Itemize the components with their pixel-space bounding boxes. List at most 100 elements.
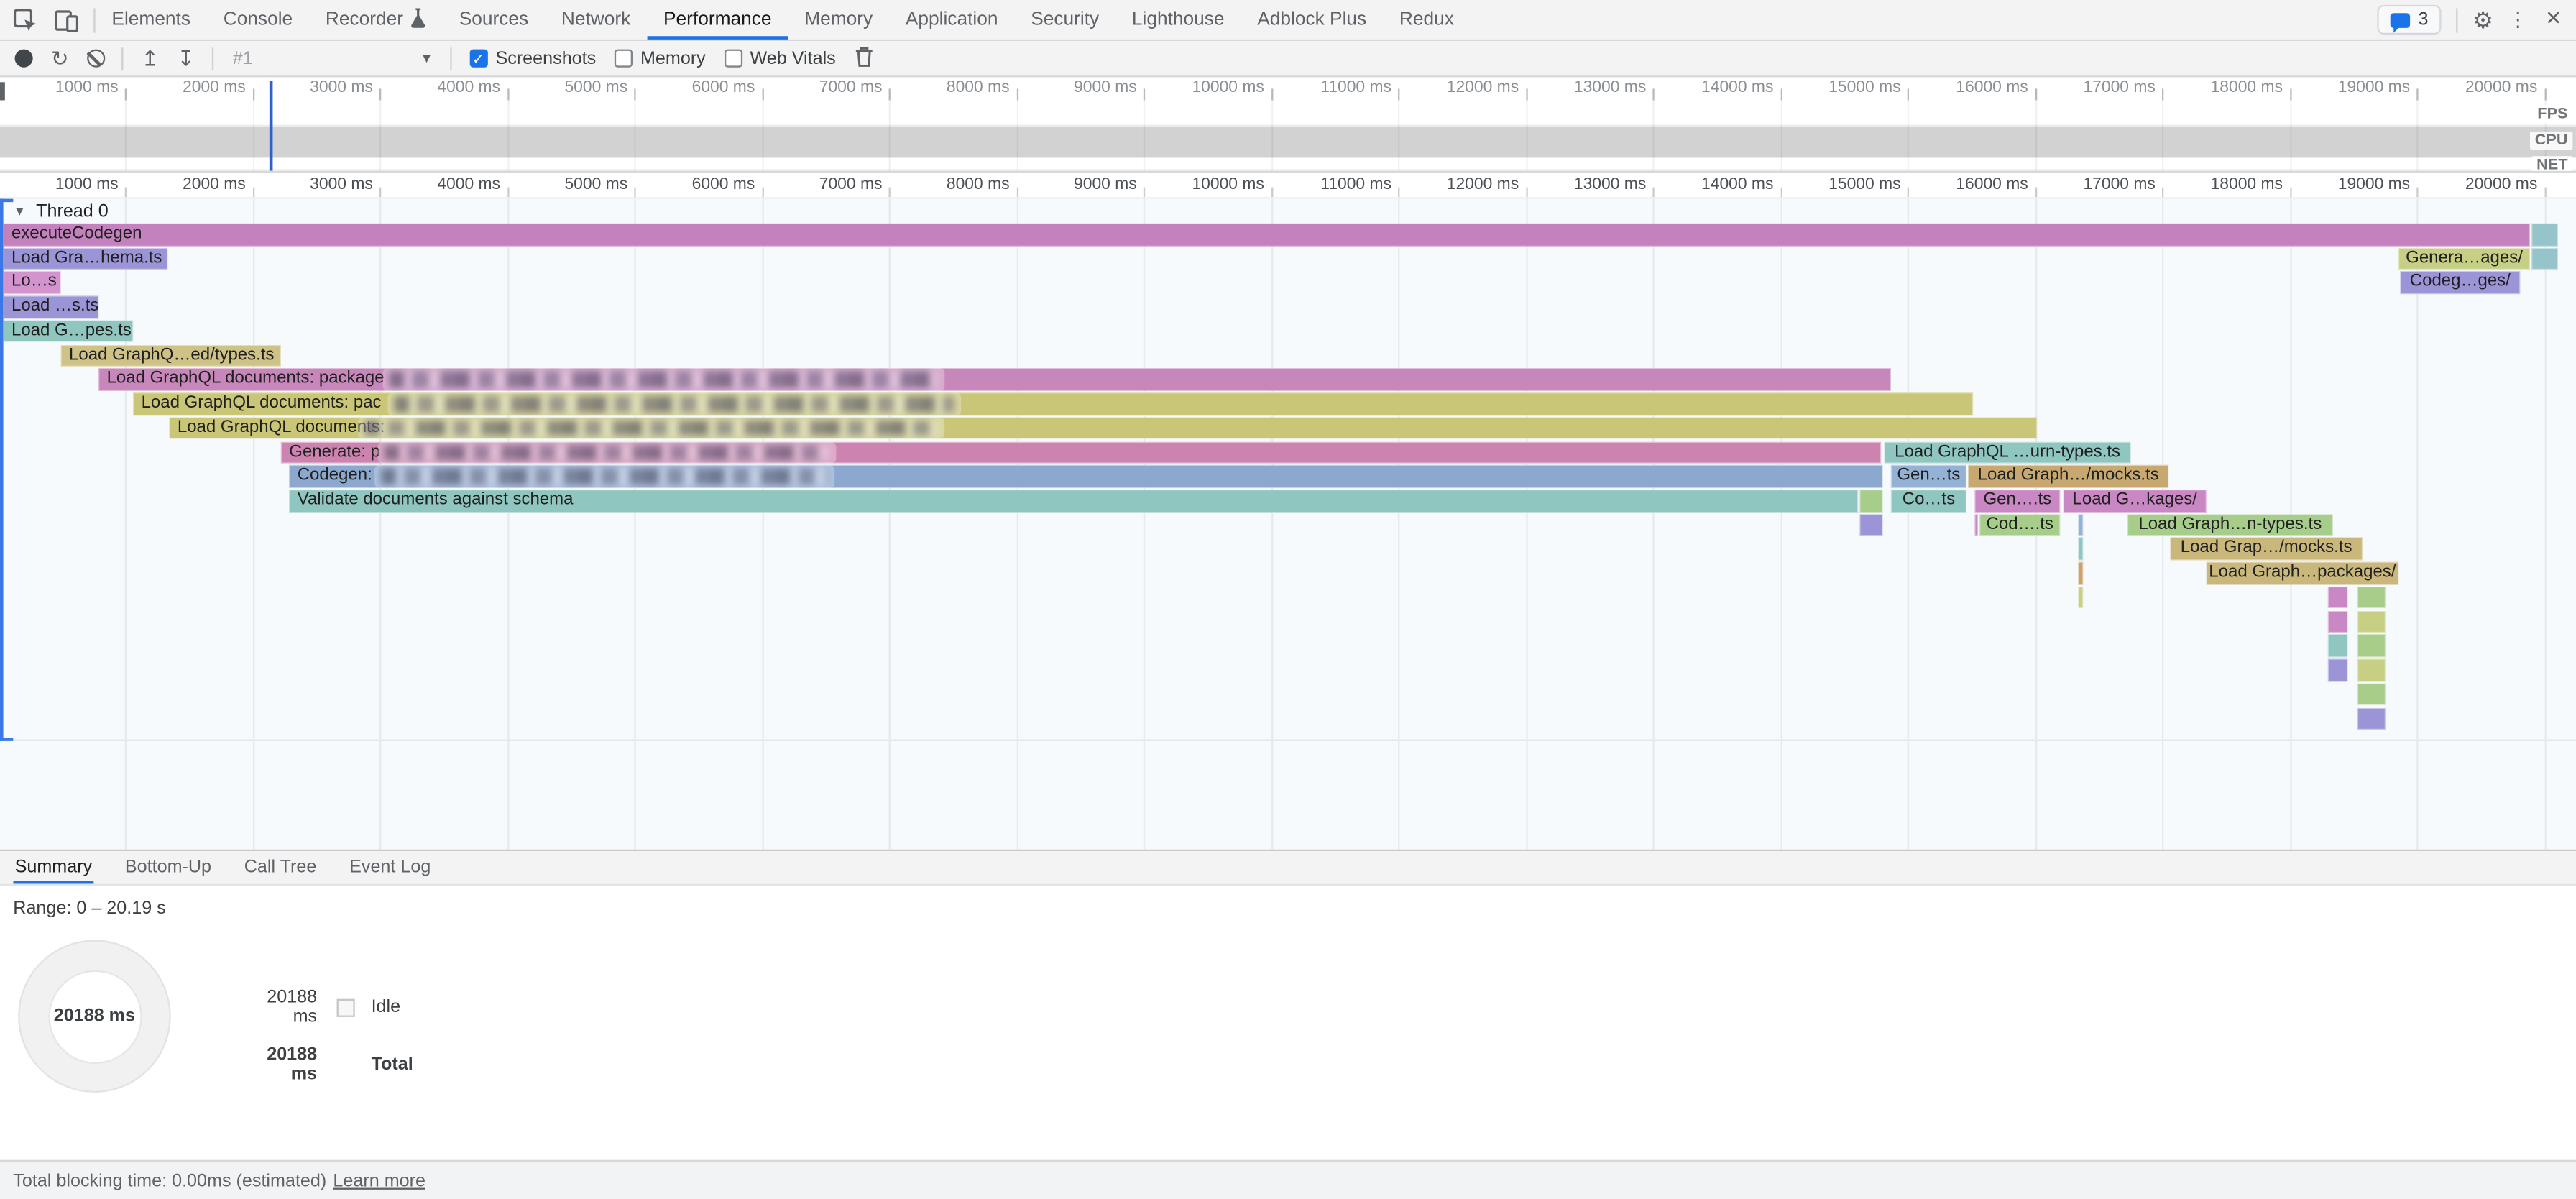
flame-gridline (1652, 199, 1654, 850)
device-toolbar-icon[interactable] (54, 7, 78, 32)
details-tab-summary[interactable]: Summary (13, 851, 93, 884)
tab-performance[interactable]: Performance (647, 0, 788, 40)
tab-network[interactable]: Network (545, 0, 647, 40)
flame-bar-block[interactable] (2531, 247, 2558, 270)
flame-bar-codeg-ges[interactable]: Codeg…ges/ (2400, 272, 2520, 294)
download-profile-icon[interactable]: ↧ (177, 47, 195, 69)
tab-console[interactable]: Console (207, 0, 309, 40)
flame-bar-executecodegen[interactable]: executeCodegen (4, 224, 2530, 246)
flame-bar-load-graphql-documents-package[interactable]: Load GraphQL documents: package (98, 369, 1891, 391)
tab-recorder[interactable]: Recorder (309, 0, 443, 40)
tab-application[interactable]: Application (889, 0, 1014, 40)
legend-label: Total (372, 1055, 413, 1074)
flame-bar-cod-ts[interactable]: Cod….ts (1979, 514, 2060, 536)
tab-memory[interactable]: Memory (788, 0, 889, 40)
tab-lighthouse[interactable]: Lighthouse (1116, 0, 1241, 40)
flame-bar-validate-documents-against-schema[interactable]: Validate documents against schema (289, 490, 1858, 512)
legend-row-total: 20188 msTotal (240, 1045, 413, 1085)
flame-gridline (1144, 199, 1145, 850)
overview-gridline (1525, 98, 1527, 171)
flame-bar-block[interactable] (2358, 635, 2386, 657)
flame-bar-block[interactable] (2358, 587, 2386, 609)
details-tab-event-log[interactable]: Event Log (348, 851, 433, 884)
details-tab-call-tree[interactable]: Call Tree (242, 851, 318, 884)
tab-adblock-plus[interactable]: Adblock Plus (1241, 0, 1383, 40)
flame-bar-block[interactable] (2328, 587, 2347, 609)
thread-header[interactable]: ▼ Thread 0 (13, 199, 108, 224)
flame-bar-gen-ts[interactable]: Gen….ts (1974, 490, 2060, 512)
flame-bar-block[interactable] (2328, 659, 2347, 681)
overview-tick-label: 7000 ms (758, 79, 883, 97)
settings-gear-icon[interactable]: ⚙ (2472, 8, 2493, 31)
flame-bar-block[interactable] (2078, 587, 2083, 609)
flame-chart[interactable]: ▼ Thread 0 executeCodegenLoad Gra…hema.t… (0, 199, 2576, 850)
flame-bar-block[interactable] (2358, 659, 2386, 681)
lane-label-cpu: CPU (2530, 132, 2573, 150)
flame-bar-load-graphql-documents[interactable]: Load GraphQL documents: (169, 417, 2037, 439)
issues-badge-button[interactable]: 3 (2377, 5, 2441, 35)
close-icon[interactable]: × (2546, 6, 2561, 33)
panel-tabs: ElementsConsoleRecorderSourcesNetworkPer… (96, 0, 1471, 40)
collapse-triangle-icon[interactable]: ▼ (13, 203, 26, 219)
chevron-down-icon[interactable]: ▼ (420, 51, 433, 66)
clear-recordings-icon[interactable] (87, 50, 105, 68)
flame-bar-block[interactable] (1859, 514, 1882, 536)
timeline-overview[interactable]: 1000 ms2000 ms3000 ms4000 ms5000 ms6000 … (0, 77, 2576, 173)
checkbox-web-vitals[interactable]: Web Vitals (724, 48, 836, 68)
flame-bar-block[interactable] (2358, 684, 2386, 706)
flame-bar-block[interactable] (1859, 490, 1882, 512)
trash-icon[interactable] (854, 45, 873, 72)
flame-bar-lo-s[interactable]: Lo…s (4, 272, 61, 294)
overview-gridline (761, 98, 763, 171)
upload-profile-icon[interactable]: ↥ (141, 47, 159, 69)
flame-bar-gen-ts[interactable]: Gen…ts (1891, 466, 1966, 488)
flame-bar-load-g-pes-ts[interactable]: Load G…pes.ts (4, 320, 134, 342)
flame-bar-load-graph-mocks-ts[interactable]: Load Graph…/mocks.ts (1968, 466, 2168, 488)
kebab-menu-icon[interactable]: ⋮ (2508, 10, 2527, 29)
checkbox-screenshots[interactable]: ✓Screenshots (469, 48, 596, 68)
flame-bar-block[interactable] (2078, 562, 2083, 584)
flame-bar-load-gra-hema-ts[interactable]: Load Gra…hema.ts (4, 247, 168, 270)
checkbox-box[interactable]: ✓ (469, 50, 487, 68)
tab-label: Memory (804, 10, 873, 29)
record-button[interactable] (15, 50, 33, 68)
flame-bar-block[interactable] (2328, 635, 2347, 657)
flame-bar-block[interactable] (1974, 514, 1978, 536)
overview-tick-label: 17000 ms (2030, 79, 2156, 97)
tab-sources[interactable]: Sources (443, 0, 545, 40)
flame-bar-block[interactable] (2078, 538, 2083, 561)
flame-bar-load-graphql-documents-pac[interactable]: Load GraphQL documents: pac (133, 393, 1973, 415)
flame-bar-load-s-ts[interactable]: Load …s.ts (4, 296, 99, 318)
reload-and-record-icon[interactable]: ↻ (51, 47, 69, 69)
redacted-blurred-text (378, 441, 837, 464)
flame-bar-load-g-kages[interactable]: Load G…kages/ (2064, 490, 2207, 512)
flame-bar-block[interactable] (2358, 707, 2386, 730)
overview-tick-label: 19000 ms (2285, 79, 2410, 97)
flame-bar-load-grap-mocks-ts[interactable]: Load Grap…/mocks.ts (2170, 538, 2362, 561)
inspect-cursor-icon[interactable] (13, 7, 37, 32)
flame-bar-generate-p[interactable]: Generate: p (281, 441, 1881, 464)
flame-bar-genera-ages[interactable]: Genera…ages/ (2398, 247, 2530, 270)
flame-bar-co-ts[interactable]: Co…ts (1891, 490, 1966, 512)
tab-redux[interactable]: Redux (1383, 0, 1471, 40)
ruler-tick-label: 10000 ms (1139, 176, 1264, 194)
flame-bar-load-graphq-ed-types-ts[interactable]: Load GraphQ…ed/types.ts (61, 344, 281, 367)
session-select[interactable]: #1 (233, 48, 417, 68)
learn-more-link[interactable]: Learn more (333, 1171, 426, 1190)
legend-label: Idle (372, 997, 401, 1016)
tab-elements[interactable]: Elements (96, 0, 207, 40)
flame-bar-block[interactable] (2328, 611, 2347, 633)
flame-bar-load-graphql-urn-types-ts[interactable]: Load GraphQL …urn-types.ts (1885, 441, 2131, 464)
tab-security[interactable]: Security (1014, 0, 1116, 40)
flame-bar-load-graph-n-types-ts[interactable]: Load Graph…n-types.ts (2128, 514, 2333, 536)
flame-bar-load-graph-packages[interactable]: Load Graph…packages/ (2207, 562, 2398, 584)
checkbox-memory[interactable]: Memory (614, 48, 705, 68)
details-tab-bottom-up[interactable]: Bottom-Up (124, 851, 213, 884)
detail-time-ruler: 1000 ms2000 ms3000 ms4000 ms5000 ms6000 … (0, 173, 2576, 199)
flame-bar-block[interactable] (2358, 611, 2386, 633)
flame-bar-block[interactable] (2078, 514, 2083, 536)
flame-bar-block[interactable] (2531, 224, 2558, 246)
checkbox-box[interactable] (614, 50, 632, 68)
flame-bar-codegen[interactable]: Codegen: (289, 466, 1882, 488)
checkbox-box[interactable] (724, 50, 742, 68)
